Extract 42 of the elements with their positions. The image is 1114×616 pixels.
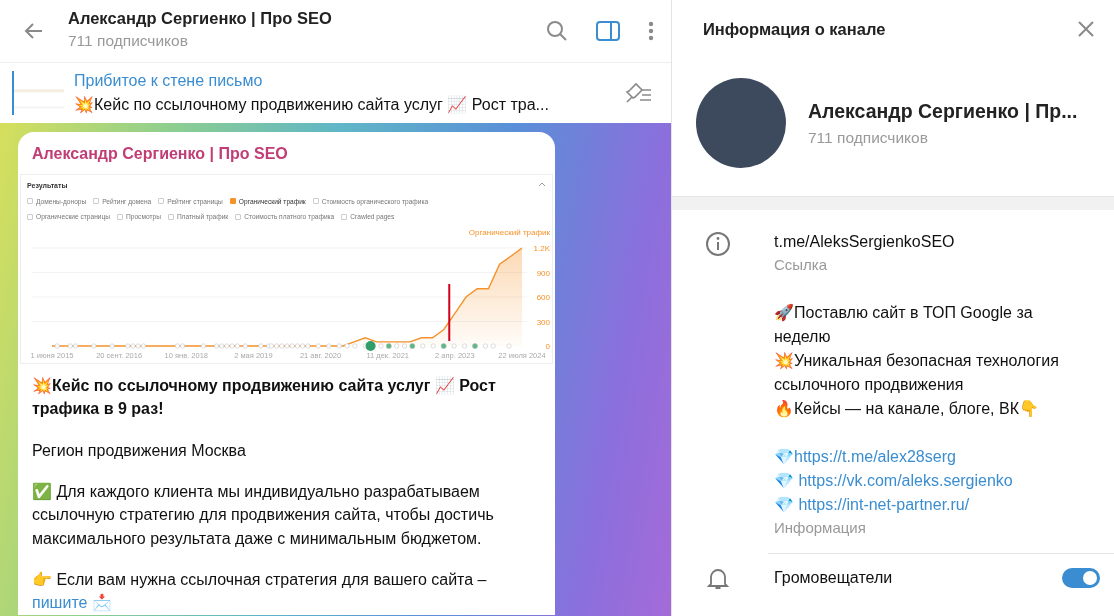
description-link[interactable]: https://t.me/alex28serg: [794, 447, 956, 465]
checkbox[interactable]: [158, 198, 165, 205]
checkbox[interactable]: [341, 214, 348, 221]
checkbox[interactable]: [235, 214, 242, 221]
channel-link[interactable]: t.me/AleksSergienkoSEO: [774, 230, 1074, 254]
legend-label: Органический трафик: [468, 228, 550, 238]
message-paragraph: Регион продвижения Москва: [32, 440, 247, 461]
channel-description: 🚀Поставлю сайт в ТОП Google за неделю 💥Уникальная безопасная технология ссылочного продвижения 🔥Кейсы — на канале, блоге, ВК👇 💎https://t.me/alex28serg 💎 https://vk.com/aleks.sergienko 💎 https://int-net-partner.ru/: [774, 302, 1060, 515]
checkbox[interactable]: [167, 214, 174, 221]
description-link[interactable]: https://int-net-partner.ru/: [798, 495, 970, 513]
checkbox[interactable]: [93, 198, 100, 205]
notifications-label: Громовещатели: [774, 568, 894, 588]
pinned-label[interactable]: Прибитое к стене письмо: [74, 69, 607, 93]
panel-title: Информация о канале: [703, 18, 886, 40]
info-caption: Информация: [774, 517, 867, 538]
pinned-message-preview[interactable]: 💥Кейс по ссылочному продвижению сайта услуг 📈 Рост тра...: [74, 93, 607, 117]
checkbox[interactable]: [229, 198, 236, 205]
collapse-caret-icon: [538, 181, 546, 187]
checkbox[interactable]: [312, 198, 319, 205]
checkbox[interactable]: [27, 214, 33, 221]
channel-name: Александр Сергиенко | Пр...: [808, 98, 1078, 124]
info-icon: [704, 230, 732, 258]
y-tick-label: 0: [545, 342, 550, 352]
checkbox[interactable]: [27, 198, 33, 205]
y-tick-label: 600: [536, 293, 550, 303]
y-tick-label: 300: [536, 317, 550, 327]
message-paragraph: 👉 Если вам нужна ссылочная стратегия для вашего сайта – пишите 📩: [32, 569, 488, 614]
y-tick-label: 900: [536, 268, 550, 278]
description-link[interactable]: https://vk.com/aleks.sergienko: [798, 471, 1013, 489]
link-caption: Ссылка: [774, 255, 829, 275]
subscriber-count: 711 подписчиков: [808, 128, 929, 148]
checkbox[interactable]: [117, 214, 123, 221]
subscriber-count: 711 подписчиков: [68, 31, 189, 52]
y-tick-label: 1.2K: [533, 244, 550, 254]
channel-title: Александр Сергиенко | Про SEO: [68, 9, 333, 30]
message-paragraph: ✅ Для каждого клиента мы индивидуально разрабатываем ссылочную стратегию для продвижения сайта, чтобы достичь максимального результата даже с минимальным бюджетом.: [32, 481, 495, 549]
close-icon: [1076, 19, 1096, 39]
message-headline: 💥Кейс по ссылочному продвижению сайта услуг 📈 Рост трафика в 9 раз!: [32, 376, 497, 420]
write-link[interactable]: пишите 📩: [32, 594, 112, 612]
message-author: Александр Сергиенко | Про SEO: [31, 144, 289, 164]
more-icon: [647, 19, 655, 43]
notifications-toggle[interactable]: [1062, 568, 1100, 588]
